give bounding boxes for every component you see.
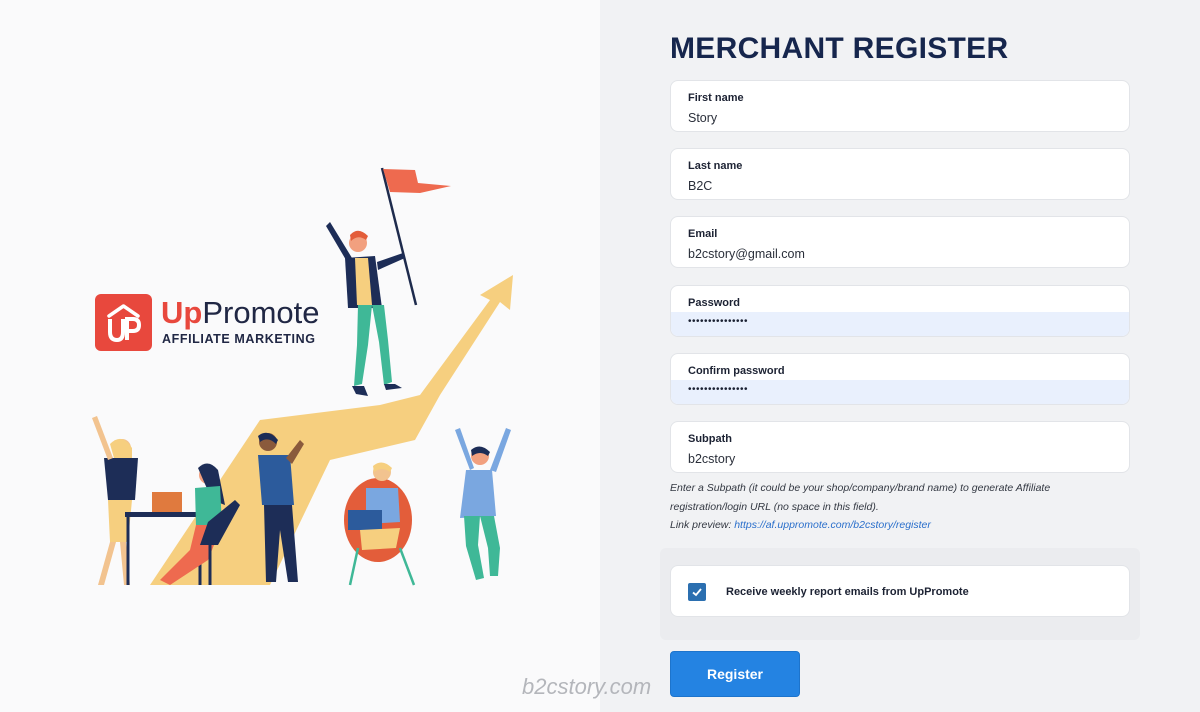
illustration-panel: UpPromote AFFILIATE MARKETING xyxy=(0,0,600,712)
weekly-report-label: Receive weekly report emails from UpProm… xyxy=(726,586,969,598)
password-label: Password xyxy=(688,297,740,309)
last-name-label: Last name xyxy=(688,160,743,172)
first-name-field[interactable]: First name Story xyxy=(670,80,1130,132)
watermark: b2cstory.com xyxy=(522,674,652,699)
first-name-label: First name xyxy=(688,92,744,104)
subpath-help-text: Enter a Subpath (it could be your shop/c… xyxy=(670,482,1051,513)
password-input[interactable]: ••••••••••••••• xyxy=(671,312,1129,336)
link-preview-label: Link preview: xyxy=(670,519,735,531)
confirm-password-label: Confirm password xyxy=(688,365,785,377)
password-field[interactable]: Password ••••••••••••••• xyxy=(670,285,1130,337)
register-button[interactable]: Register xyxy=(670,651,800,697)
weekly-report-option[interactable]: Receive weekly report emails from UpProm… xyxy=(670,565,1130,617)
confirm-password-value: ••••••••••••••• xyxy=(688,384,749,395)
subpath-field[interactable]: Subpath b2cstory xyxy=(670,421,1130,473)
weekly-report-checkbox[interactable] xyxy=(688,583,706,601)
link-preview-url[interactable]: https://af.uppromote.com/b2cstory/regist… xyxy=(734,519,931,531)
password-value: ••••••••••••••• xyxy=(688,316,749,327)
checkmark-icon xyxy=(692,588,702,597)
subpath-input[interactable]: b2cstory xyxy=(688,452,735,466)
confirm-password-input[interactable]: ••••••••••••••• xyxy=(671,380,1129,404)
subpath-help: Enter a Subpath (it could be your shop/c… xyxy=(670,479,1120,535)
page-title: MERCHANT REGISTER xyxy=(670,32,1009,65)
confirm-password-field[interactable]: Confirm password ••••••••••••••• xyxy=(670,353,1130,405)
last-name-field[interactable]: Last name B2C xyxy=(670,148,1130,200)
first-name-input[interactable]: Story xyxy=(688,111,717,125)
email-field[interactable]: Email b2cstory@gmail.com xyxy=(670,216,1130,268)
subpath-label: Subpath xyxy=(688,433,732,445)
link-preview: Link preview: https://af.uppromote.com/b… xyxy=(670,516,1120,535)
team-success-illustration xyxy=(92,167,513,586)
email-label: Email xyxy=(688,228,718,240)
last-name-input[interactable]: B2C xyxy=(688,179,712,193)
email-input[interactable]: b2cstory@gmail.com xyxy=(688,247,805,261)
